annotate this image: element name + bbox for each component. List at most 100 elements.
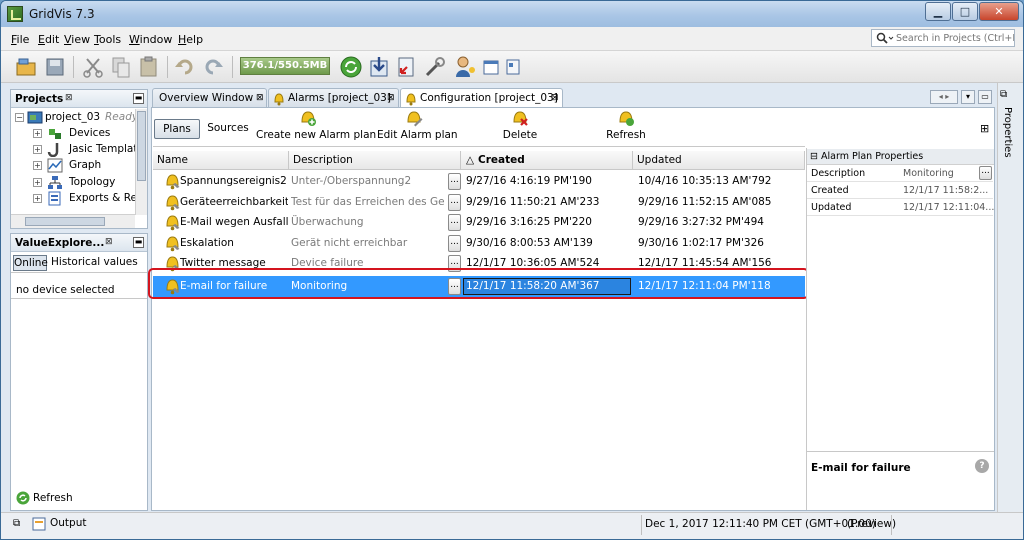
output-label[interactable]: Output — [50, 517, 86, 529]
restore-output-icon[interactable]: ⧉ — [13, 518, 20, 529]
projects-panel-close-icon[interactable]: ⊠ — [65, 93, 73, 103]
search-input[interactable] — [896, 31, 1014, 45]
tab-online[interactable]: Online — [13, 255, 48, 271]
refresh-button[interactable]: Refresh — [601, 109, 651, 141]
cell-created[interactable]: 9/29/16 3:16:25 PM'220 — [463, 212, 633, 233]
minimize-button[interactable]: ▁ — [925, 2, 951, 21]
refresh-green-icon[interactable] — [339, 55, 363, 79]
expand-icon[interactable]: + — [33, 145, 42, 154]
grid-settings-icon[interactable]: ⊞ — [980, 122, 992, 135]
column-header-updated[interactable]: Updated — [633, 151, 805, 170]
undo-icon[interactable] — [173, 55, 197, 79]
copy-icon[interactable] — [109, 55, 133, 79]
projects-horizontal-scrollbar[interactable] — [11, 214, 135, 228]
edit-description-button[interactable]: ... — [448, 214, 461, 231]
menu-tools[interactable]: Tools — [94, 33, 121, 46]
tree-root-project[interactable]: − project_03 Ready — [11, 109, 138, 126]
edit-alarm-plan-button[interactable]: Edit Alarm plan — [377, 109, 458, 141]
tree-item-exports-reports[interactable]: + Exports & Reports — [11, 190, 135, 207]
expand-icon[interactable]: + — [33, 161, 42, 170]
tab-close-icon[interactable]: ⊠ — [256, 93, 264, 103]
user-icon[interactable] — [453, 55, 477, 79]
cell-updated[interactable]: 10/4/16 10:35:13 AM'792 — [635, 171, 805, 192]
edit-description-button[interactable]: ... — [448, 194, 461, 211]
create-alarm-plan-button[interactable]: Create new Alarm plan — [256, 109, 376, 141]
tools-wand-icon[interactable] — [423, 55, 447, 79]
refresh-label[interactable]: Refresh — [33, 492, 73, 504]
tab-close-icon[interactable]: ⊠ — [551, 93, 559, 103]
close-button[interactable]: ✕ — [979, 2, 1019, 21]
restore-window-icon[interactable]: ⧉ — [1000, 89, 1007, 100]
collapse-icon[interactable]: ⊟ — [810, 151, 818, 162]
settings-window-icon[interactable] — [501, 55, 525, 79]
download-device-icon[interactable] — [367, 55, 391, 79]
tab-overview-window[interactable]: Overview Window ⊠ — [152, 88, 267, 108]
value-explorer-close-icon[interactable]: ⊠ — [105, 237, 113, 247]
properties-side-tab[interactable]: Properties — [1002, 107, 1013, 158]
edit-description-button[interactable]: ... — [448, 235, 461, 252]
property-created[interactable]: Created 12/1/17 11:58:2... — [807, 182, 993, 199]
menu-window[interactable]: Window — [129, 33, 172, 46]
table-row[interactable]: E-Mail wegen Ausfall Überwachung... 9/29/1… — [153, 212, 805, 233]
cell-name: E-Mail wegen Ausfall — [180, 212, 288, 233]
cell-updated[interactable]: 9/29/16 3:27:32 PM'494 — [635, 212, 805, 233]
search-icon[interactable] — [876, 32, 894, 45]
value-explorer-minimize-icon[interactable]: ▬ — [133, 237, 144, 248]
export-icon[interactable] — [395, 55, 419, 79]
column-header-created[interactable]: △ Created — [461, 151, 633, 170]
tree-item-devices[interactable]: + Devices — [11, 125, 135, 142]
cell-updated[interactable]: 9/29/16 11:52:15 AM'085 — [635, 192, 805, 213]
maximize-editor-icon[interactable]: ▭ — [978, 90, 992, 104]
expand-icon[interactable]: + — [33, 129, 42, 138]
column-header-name[interactable]: Name — [153, 151, 289, 170]
menu-view[interactable]: View — [64, 33, 90, 46]
menu-file[interactable]: File — [11, 33, 29, 46]
open-project-icon[interactable] — [15, 55, 39, 79]
tab-configuration[interactable]: Configuration [project_03] ⊠ — [400, 88, 563, 109]
projects-vertical-scrollbar[interactable] — [135, 109, 147, 215]
tree-item-jasic-templates[interactable]: + Jasic Templates — [11, 141, 135, 158]
expand-icon[interactable]: + — [33, 194, 42, 203]
cell-name-text: E-Mail wegen Ausfall — [180, 216, 288, 228]
delete-button[interactable]: Delete — [497, 109, 543, 141]
projects-panel-minimize-icon[interactable]: ▬ — [133, 93, 144, 104]
menu-help[interactable]: Help — [178, 33, 203, 46]
save-icon[interactable] — [43, 55, 67, 79]
cell-created[interactable]: 9/29/16 11:50:21 AM'233 — [463, 192, 633, 213]
scroll-thumb[interactable] — [137, 111, 146, 181]
expand-icon[interactable]: + — [33, 178, 42, 187]
memory-indicator[interactable]: 376.1/550.5MB — [240, 57, 330, 75]
maximize-button[interactable]: □ — [952, 2, 978, 21]
table-row[interactable]: Eskalation Gerät nicht erreichbar... 9/30/… — [153, 233, 805, 254]
cut-icon[interactable] — [81, 55, 105, 79]
tab-list-dropdown-icon[interactable]: ▾ — [961, 90, 975, 104]
cell-created[interactable]: 9/30/16 8:00:53 AM'139 — [463, 233, 633, 254]
redo-icon[interactable] — [201, 55, 225, 79]
subtab-sources[interactable]: Sources — [204, 119, 252, 139]
column-header-description[interactable]: Description — [289, 151, 461, 170]
refresh-icon[interactable] — [16, 491, 30, 505]
subtab-plans[interactable]: Plans — [154, 119, 200, 139]
paste-icon[interactable] — [137, 55, 161, 79]
properties-header[interactable]: ⊟ Alarm Plan Properties — [807, 149, 994, 165]
property-edit-button[interactable]: ... — [979, 166, 992, 180]
property-updated[interactable]: Updated 12/1/17 12:11:04... — [807, 199, 994, 216]
tree-item-topology[interactable]: + Topology — [11, 174, 135, 191]
scroll-thumb[interactable] — [25, 217, 105, 226]
menu-edit[interactable]: Edit — [38, 33, 59, 46]
tab-alarms[interactable]: Alarms [project_03] ⊠ — [268, 88, 399, 108]
cell-updated[interactable]: 9/30/16 1:02:17 PM'326 — [635, 233, 805, 254]
tree-item-graph[interactable]: + Graph — [11, 157, 135, 174]
collapse-icon[interactable]: − — [15, 113, 24, 122]
window-list-icon[interactable] — [479, 55, 503, 79]
tab-scroll-arrows[interactable]: ◂ ▸ — [930, 90, 958, 104]
tab-close-icon[interactable]: ⊠ — [387, 93, 395, 103]
edit-description-button[interactable]: ... — [448, 173, 461, 190]
cell-created[interactable]: 9/27/16 4:16:19 PM'190 — [463, 171, 633, 192]
table-row[interactable]: Geräteerreichbarkeit33Test für das Errei… — [153, 192, 805, 213]
table-row[interactable]: Spannungsereignis2 Unter-/Oberspannung2..… — [153, 171, 805, 192]
help-icon[interactable]: ? — [975, 459, 989, 473]
property-description[interactable]: Description Monitoring ... — [807, 165, 993, 182]
tab-historical-values[interactable]: Historical values — [51, 256, 138, 268]
divider — [11, 272, 147, 273]
